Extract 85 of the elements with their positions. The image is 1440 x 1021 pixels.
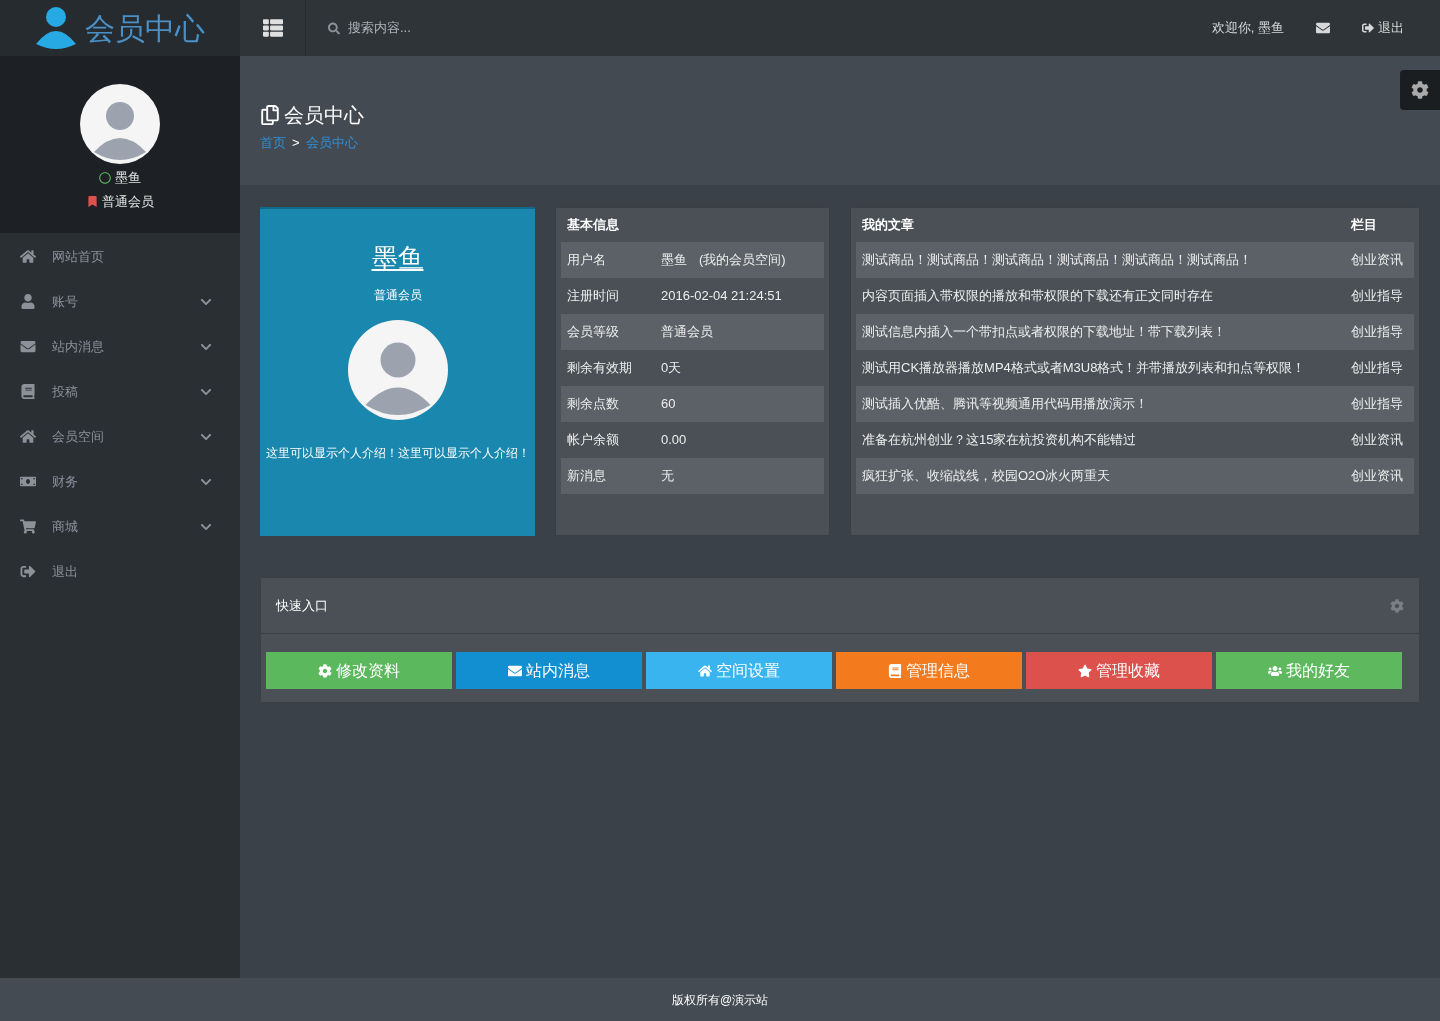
info-label: 剩余有效期	[567, 359, 633, 378]
logo-title: 会员中心	[85, 10, 205, 47]
info-label: 用户名	[567, 251, 607, 270]
online-icon	[99, 171, 111, 184]
quick-button[interactable]: 修改资料	[266, 652, 452, 689]
breadcrumb-link[interactable]: 会员中心	[305, 133, 358, 153]
gear-icon	[318, 663, 332, 678]
logout-link[interactable]: 退出	[1362, 18, 1404, 38]
home-icon	[698, 663, 712, 678]
sign-out-icon	[20, 564, 36, 579]
cart-icon	[20, 519, 36, 534]
menu-icon[interactable]	[262, 18, 283, 38]
copy-icon	[260, 105, 280, 125]
sidebar-item[interactable]: 退出	[0, 549, 240, 594]
info-value: 0.00	[661, 431, 687, 450]
page-title: 会员中心	[284, 103, 364, 128]
info-value: 普通会员	[661, 323, 713, 342]
welcome-text: 欢迎你, 墨鱼	[1211, 19, 1284, 38]
category-cell-text: 创业指导	[1351, 395, 1404, 414]
settings-button[interactable]	[1400, 70, 1440, 110]
info-value: 60	[661, 395, 676, 414]
search-icon	[328, 21, 340, 35]
category-cell-text: 创业指导	[1351, 323, 1404, 342]
info-label: 新消息	[567, 467, 607, 486]
quick-button[interactable]: 管理收藏	[1026, 652, 1212, 689]
sidebar-item[interactable]: 网站首页	[0, 234, 240, 279]
users-icon	[1268, 663, 1282, 678]
sidebar-item[interactable]: 商城	[0, 504, 240, 549]
profile-level: 普通会员	[373, 287, 422, 304]
quick-title: 快速入口	[276, 596, 329, 615]
sidebar-item[interactable]: 会员空间	[0, 414, 240, 459]
info-label: 会员等级	[567, 323, 620, 342]
info-value: 2016-02-04 21:24:51	[661, 287, 782, 306]
article-link[interactable]: 测试插入优酷、腾讯等视频通用代码用播放演示！	[862, 394, 1351, 414]
info-value: 0天	[661, 359, 682, 378]
info-label: 帐户余额	[567, 431, 620, 450]
book-icon	[888, 663, 902, 678]
settings-icon	[1411, 81, 1429, 99]
info-label: 剩余点数	[567, 395, 620, 414]
category-cell-text: 创业资讯	[1351, 431, 1404, 450]
user-name: 墨鱼	[115, 169, 141, 187]
sign-out-icon	[1362, 22, 1374, 34]
category-cell-text: 创业指导	[1351, 359, 1404, 378]
sidebar-item[interactable]: 站内消息	[0, 324, 240, 369]
column-header: 我的文章	[862, 216, 915, 235]
sidebar-item[interactable]: 账号	[0, 279, 240, 324]
info-title: 基本信息	[566, 216, 620, 235]
envelope-icon[interactable]	[1316, 21, 1330, 35]
breadcrumb-link[interactable]: 首页	[260, 133, 286, 153]
search-field[interactable]: 搜索内容...	[348, 18, 588, 38]
sidebar-item[interactable]: 投稿	[0, 369, 240, 414]
user-level: 普通会员	[101, 192, 154, 211]
star-icon	[1078, 663, 1092, 678]
quick-button[interactable]: 管理信息	[836, 652, 1022, 689]
envelope-icon	[20, 339, 36, 354]
quick-button[interactable]: 站内消息	[456, 652, 642, 689]
category-cell-text: 创业指导	[1351, 287, 1404, 306]
envelope-icon	[508, 663, 522, 678]
article-link[interactable]: 疯狂扩张、收缩战线，校园O2O冰火两重天	[862, 466, 1351, 486]
money-icon	[20, 474, 36, 489]
space-link[interactable]: (我的会员空间)	[699, 250, 786, 270]
quick-button[interactable]: 空间设置	[646, 652, 832, 689]
column-header: 栏目	[1351, 216, 1378, 235]
quick-button[interactable]: 我的好友	[1216, 652, 1402, 689]
user-icon	[20, 294, 36, 309]
book-icon	[20, 384, 36, 399]
category-cell-text: 创业资讯	[1351, 467, 1404, 486]
info-label: 注册时间	[567, 287, 620, 306]
profile-intro: 这里可以显示个人介绍！这里可以显示个人介绍！	[265, 445, 530, 462]
bookmark-icon	[86, 195, 98, 207]
breadcrumb-separator: >	[292, 134, 300, 152]
category-cell-text: 创业资讯	[1351, 251, 1404, 270]
info-value: 无	[661, 467, 674, 486]
home-icon	[20, 429, 36, 444]
article-link[interactable]: 测试用CK播放器播放MP4格式或者M3U8格式！并带播放列表和扣点等权限！	[862, 358, 1351, 378]
sidebar-item[interactable]: 财务	[0, 459, 240, 504]
article-link[interactable]: 准备在杭州创业？这15家在杭投资机构不能错过	[862, 430, 1351, 450]
article-link[interactable]: 测试商品！测试商品！测试商品！测试商品！测试商品！测试商品！	[862, 250, 1351, 270]
article-link[interactable]: 内容页面插入带权限的播放和带权限的下载还有正文同时存在	[862, 286, 1351, 306]
profile-name: 墨鱼	[371, 242, 424, 275]
info-value: 墨鱼	[661, 251, 687, 270]
home-icon	[20, 249, 36, 264]
user-logo-icon	[35, 6, 77, 50]
footer-text: 版权所有@演示站	[671, 991, 769, 1009]
article-link[interactable]: 测试信息内插入一个带扣点或者权限的下载地址！带下载列表！	[862, 322, 1351, 342]
